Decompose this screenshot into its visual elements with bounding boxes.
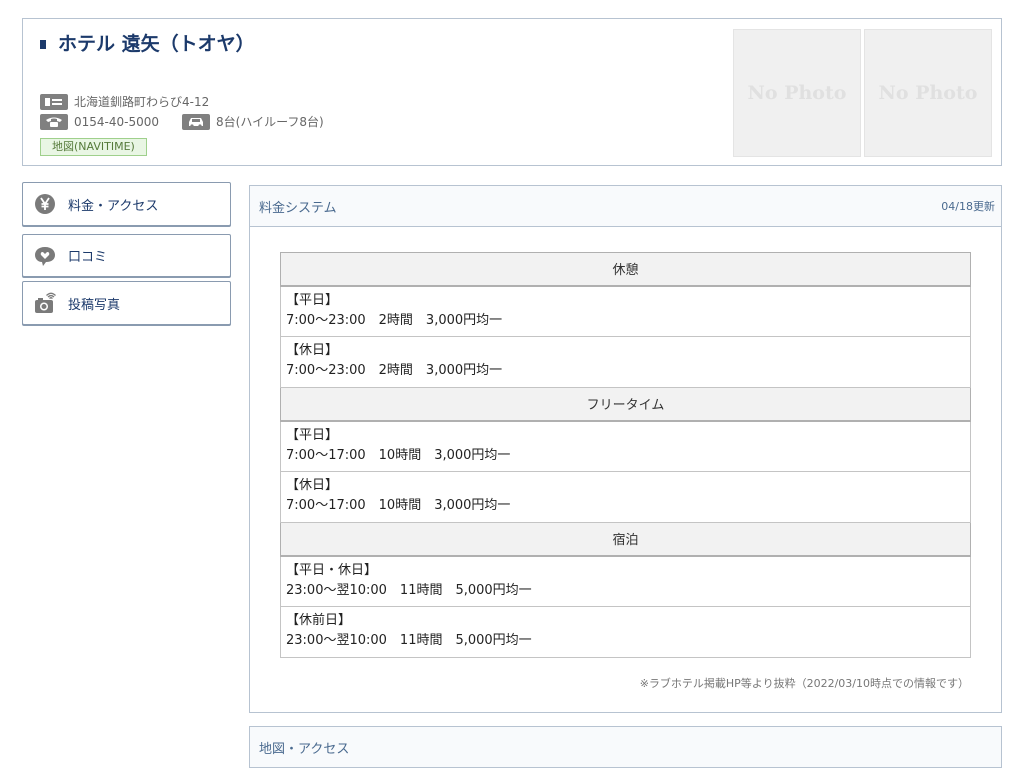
- nav-item-photos[interactable]: 投稿写真: [22, 281, 231, 325]
- contact-row: 0154-40-5000 8台(ハイルーフ8台): [40, 113, 324, 130]
- title-bullet-icon: [40, 40, 46, 49]
- section-header-row: フリータイム: [280, 387, 971, 422]
- parking-text: 8台(ハイルーフ8台): [216, 115, 324, 129]
- telephone-icon: [40, 113, 68, 130]
- price-cell: 【休前日】 23:00〜翌10:00 11時間 5,000円均一: [280, 606, 971, 658]
- day-type: 【平日】: [286, 292, 339, 308]
- hotel-photo-placeholder[interactable]: No Photo: [733, 29, 861, 157]
- nav-item-price-access[interactable]: 料金・アクセス: [22, 182, 231, 226]
- price-detail: 23:00〜翌10:00 11時間 5,000円均一: [286, 582, 532, 598]
- hotel-photo-placeholder[interactable]: No Photo: [864, 29, 992, 157]
- side-nav: 料金・アクセス 口コミ 投稿写真: [22, 182, 231, 333]
- section-header-row: 休憩: [280, 252, 971, 287]
- price-cell: 【休日】 7:00〜23:00 2時間 3,000円均一: [280, 336, 971, 388]
- camera-icon: [33, 291, 57, 315]
- price-cell: 【休日】 7:00〜17:00 10時間 3,000円均一: [280, 471, 971, 523]
- price-detail: 7:00〜17:00 10時間 3,000円均一: [286, 498, 511, 513]
- price-cell: 【平日】 7:00〜23:00 2時間 3,000円均一: [280, 285, 971, 337]
- price-detail: 7:00〜17:00 10時間 3,000円均一: [286, 447, 511, 463]
- phone-number[interactable]: 0154-40-5000: [74, 115, 159, 129]
- nav-label: 口コミ: [68, 250, 108, 265]
- section-header-row: 宿泊: [280, 522, 971, 557]
- hotel-name: ホテル 遠矢（トオヤ）: [58, 33, 255, 55]
- panel-header: 料金システム 04/18更新: [250, 186, 1001, 227]
- table-row: 【休日】 7:00〜23:00 2時間 3,000円均一: [280, 336, 971, 388]
- nav-label: 料金・アクセス: [68, 198, 159, 214]
- map-access-panel: 地図・アクセス: [249, 726, 1002, 768]
- section-heading: 休憩: [280, 252, 971, 287]
- panel-title: 地図・アクセス: [259, 741, 350, 757]
- price-detail: 7:00〜23:00 2時間 3,000円均一: [286, 363, 503, 378]
- table-row: 【平日】 7:00〜17:00 10時間 3,000円均一: [280, 420, 971, 472]
- table-row: 【平日】 7:00〜23:00 2時間 3,000円均一: [280, 285, 971, 337]
- price-system-panel: 料金システム 04/18更新 休憩 【平日】 7:00〜23:00 2時間 3,…: [249, 185, 1002, 713]
- day-type: 【平日】: [286, 427, 339, 443]
- price-detail: 23:00〜翌10:00 11時間 5,000円均一: [286, 633, 532, 648]
- day-type: 【休日】: [286, 343, 339, 358]
- nav-item-reviews[interactable]: 口コミ: [22, 234, 231, 277]
- address-text: 北海道釧路町わらび4-12: [74, 95, 210, 109]
- day-type: 【平日・休日】: [286, 562, 378, 578]
- table-row: 【休日】 7:00〜17:00 10時間 3,000円均一: [280, 471, 971, 523]
- table-row: 【平日・休日】 23:00〜翌10:00 11時間 5,000円均一: [280, 555, 971, 607]
- price-cell: 【平日・休日】 23:00〜翌10:00 11時間 5,000円均一: [280, 555, 971, 607]
- hotel-header: ホテル 遠矢（トオヤ） 北海道釧路町わらび4-12 0154-40-5000 8…: [22, 18, 1002, 166]
- day-type: 【休日】: [286, 478, 339, 493]
- address-card-icon: [40, 93, 68, 110]
- price-cell: 【平日】 7:00〜17:00 10時間 3,000円均一: [280, 420, 971, 472]
- car-icon: [182, 113, 211, 130]
- address-row: 北海道釧路町わらび4-12: [40, 93, 209, 110]
- page-title: ホテル 遠矢（トオヤ）: [40, 29, 255, 56]
- nav-label: 投稿写真: [68, 297, 121, 313]
- heart-bubble-icon: [33, 244, 57, 268]
- table-row: 【休前日】 23:00〜翌10:00 11時間 5,000円均一: [280, 606, 971, 658]
- map-navitime-link[interactable]: 地図(NAVITIME): [40, 138, 147, 156]
- price-detail: 7:00〜23:00 2時間 3,000円均一: [286, 312, 503, 328]
- section-heading: フリータイム: [280, 387, 971, 422]
- panel-title: 料金システム: [259, 200, 337, 216]
- section-heading: 宿泊: [280, 522, 971, 557]
- source-note: ※ラブホテル掲載HP等より抜粋（2022/03/10時点での情報です）: [639, 677, 969, 690]
- updated-date: 04/18更新: [941, 200, 995, 213]
- yen-icon: [33, 192, 57, 216]
- parking-info: 8台(ハイルーフ8台): [182, 113, 324, 130]
- day-type: 【休前日】: [286, 613, 352, 628]
- price-table: 休憩 【平日】 7:00〜23:00 2時間 3,000円均一 【休日】 7:0…: [280, 252, 971, 658]
